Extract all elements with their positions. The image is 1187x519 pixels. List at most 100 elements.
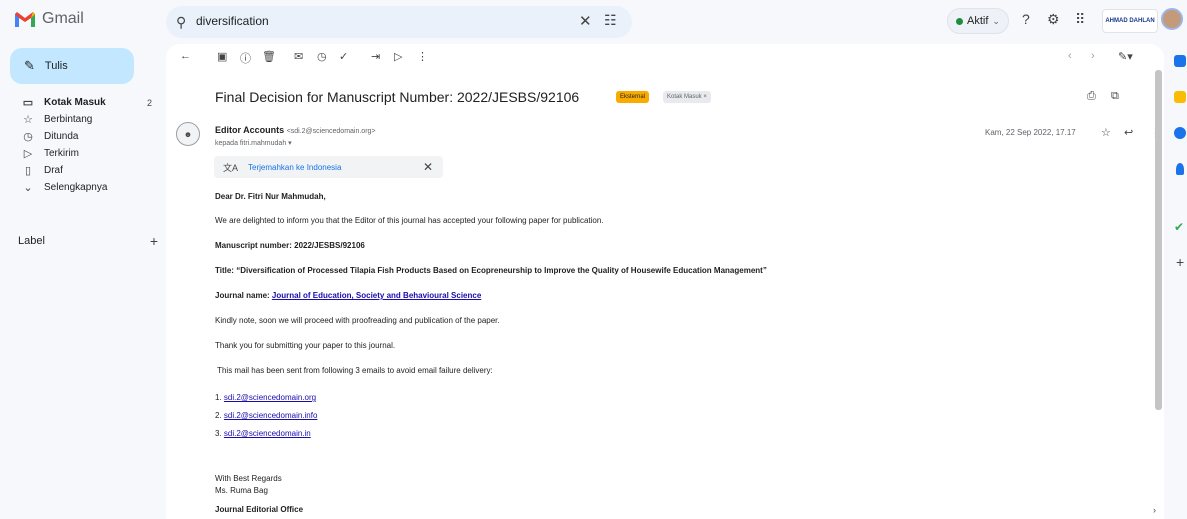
gmail-logo[interactable]: Gmail (14, 10, 84, 28)
sidebar-item-label: Ditunda (44, 131, 79, 142)
status-label: Aktif (967, 15, 989, 27)
keep-icon[interactable] (1174, 91, 1186, 103)
app-name: Gmail (42, 10, 84, 27)
message-subject: Final Decision for Manuscript Number: 20… (215, 89, 580, 105)
search-icon[interactable]: ⚲ (176, 14, 186, 31)
top-bar: Gmail ⚲ ✕ ☷ Aktif ⌄ ? ⚙ ⠿ AHMAD DAHLAN (0, 0, 1187, 44)
chevron-down-icon: ⌄ (23, 182, 33, 194)
back-arrow-icon[interactable]: ← (180, 50, 191, 62)
chevron-down-icon: ⌄ (992, 15, 1000, 26)
compose-label: Tulis (44, 60, 68, 72)
add-task-icon[interactable]: ✓ (339, 50, 348, 63)
sidebar-item-more[interactable]: ⌄ Selengkapnya (0, 179, 160, 196)
translate-link[interactable]: Terjemahkan ke Indonesia (248, 163, 341, 172)
vertical-scrollbar[interactable] (1155, 70, 1162, 410)
mark-unread-icon[interactable]: ✉ (294, 50, 303, 63)
more-options-icon[interactable]: ⋮ (417, 50, 428, 63)
labels-title: Label (18, 235, 45, 247)
sidebar-item-inbox[interactable]: ▭ Kotak Masuk 2 (0, 94, 160, 111)
sender-avatar: ☻ (176, 122, 200, 146)
inbox-icon: ▭ (22, 97, 34, 109)
snooze-icon[interactable]: ◷ (317, 50, 327, 63)
clock-icon: ◷ (23, 131, 33, 143)
compose-button[interactable]: ✎ Tulis (10, 48, 134, 84)
email-link[interactable]: sdi.2@sciencedomain.org (224, 393, 316, 402)
email-list-item: 2. sdi.2@sciencedomain.info (215, 411, 318, 420)
unread-count: 2 (146, 97, 152, 108)
sidebar-item-label: Selengkapnya (44, 182, 108, 193)
get-addons-icon[interactable]: + (1176, 254, 1184, 270)
send-icon: ▷ (23, 148, 33, 160)
journal-name: Journal name: Journal of Education, Soci… (215, 291, 481, 300)
external-badge: Eksternal (616, 91, 650, 103)
move-to-icon[interactable]: ⇥ (371, 50, 380, 63)
status-dot-icon (956, 17, 963, 25)
office-name: Journal Editorial Office (215, 505, 304, 514)
sidebar-item-label: Terkirim (44, 148, 79, 159)
reply-icon[interactable]: ↩ (1124, 126, 1133, 139)
email-list-item: 1. sdi.2@sciencedomain.org (215, 393, 317, 402)
search-bar[interactable]: ⚲ ✕ ☷ (166, 6, 632, 38)
older-chevron-icon[interactable]: › (1091, 50, 1095, 62)
message-view: ← ▣ ⓘ 🗑 ✉ ◷ ✓ ⇥ ▷ ⋮ ‹ › ✎▾ Final Decisio… (166, 44, 1164, 519)
star-icon: ☆ (23, 114, 33, 126)
help-icon[interactable]: ? (1022, 11, 1030, 27)
email-link[interactable]: sdi.2@sciencedomain.info (224, 411, 318, 420)
open-new-window-icon[interactable]: ⧉ (1111, 90, 1119, 103)
profile-avatar[interactable] (1161, 8, 1183, 30)
delete-icon[interactable]: 🗑 (262, 50, 276, 63)
tasks-icon[interactable] (1174, 127, 1186, 139)
checkmark-addon-icon[interactable]: ✔ (1174, 220, 1186, 234)
contacts-icon[interactable] (1176, 163, 1184, 175)
input-tools-icon[interactable]: ✎▾ (1118, 50, 1133, 63)
paper-title: Title: “Diversification of Processed Til… (215, 266, 767, 275)
sender-name[interactable]: Editor Accounts (215, 125, 284, 135)
email-list-item: 3. sdi.2@sciencedomain.in (215, 429, 311, 438)
closing-regards: With Best Regards (215, 474, 282, 483)
archive-icon[interactable]: ▣ (217, 50, 227, 63)
sender-email: <sdi.2@sciencedomain.org> (286, 128, 376, 135)
report-spam-icon[interactable]: ⓘ (240, 50, 251, 66)
email-link[interactable]: sdi.2@sciencedomain.in (224, 429, 311, 438)
signer-name: Ms. Ruma Bag (215, 486, 268, 495)
sidebar-nav: ▭ Kotak Masuk 2 ☆ Berbintang ◷ Ditunda ▷… (0, 94, 160, 196)
newer-chevron-icon[interactable]: ‹ (1068, 50, 1072, 62)
journal-label: Journal name: (215, 291, 272, 300)
journal-link[interactable]: Journal of Education, Society and Behavi… (272, 291, 481, 300)
sidebar-item-snoozed[interactable]: ◷ Ditunda (0, 128, 160, 145)
status-selector[interactable]: Aktif ⌄ (947, 8, 1009, 34)
inbox-label-chip[interactable]: Kotak Masuk × (663, 91, 711, 103)
organization-logo[interactable]: AHMAD DAHLAN (1102, 9, 1158, 33)
translate-icon: 文A (223, 162, 239, 173)
close-icon[interactable]: ✕ (423, 160, 433, 174)
message-toolbar: ← ▣ ⓘ 🗑 ✉ ◷ ✓ ⇥ ▷ ⋮ ‹ › ✎▾ (166, 44, 1164, 72)
add-label-icon[interactable]: + (150, 233, 158, 249)
search-input[interactable] (196, 14, 536, 28)
translate-banner: 文A Terjemahkan ke Indonesia ✕ (214, 156, 443, 178)
print-icon[interactable]: ⎙ (1087, 90, 1096, 103)
greeting: Dear Dr. Fitri Nur Mahmudah, (215, 192, 326, 201)
body-paragraph: Thank you for submitting your paper to t… (215, 341, 396, 350)
apps-grid-icon[interactable]: ⠿ (1075, 11, 1085, 28)
star-icon[interactable]: ☆ (1101, 126, 1111, 139)
sidebar-item-drafts[interactable]: ▯ Draf (0, 162, 160, 179)
labels-section-header: Label + (18, 233, 158, 249)
sidebar-item-starred[interactable]: ☆ Berbintang (0, 111, 160, 128)
gmail-app: Gmail ⚲ ✕ ☷ Aktif ⌄ ? ⚙ ⠿ AHMAD DAHLAN ✎… (0, 0, 1187, 519)
search-options-icon[interactable]: ☷ (604, 12, 617, 29)
clear-search-icon[interactable]: ✕ (579, 12, 592, 30)
sidebar-item-sent[interactable]: ▷ Terkirim (0, 145, 160, 162)
settings-gear-icon[interactable]: ⚙ (1047, 11, 1060, 28)
sidebar-item-label: Berbintang (44, 114, 93, 125)
scroll-down-arrow-icon[interactable]: › (1153, 505, 1156, 515)
body-paragraph: This mail has been sent from following 3… (215, 366, 493, 375)
pencil-icon: ✎ (24, 58, 35, 73)
manuscript-number: Manuscript number: 2022/JESBS/92106 (215, 241, 365, 250)
gmail-m-icon (15, 11, 35, 27)
body-paragraph: Kindly note, soon we will proceed with p… (215, 316, 500, 325)
recipient-details[interactable]: kepada fitri.mahmudah ▾ (215, 139, 292, 147)
body-paragraph: We are delighted to inform you that the … (215, 216, 604, 225)
message-date: Kam, 22 Sep 2022, 17.17 (985, 128, 1076, 137)
calendar-icon[interactable] (1174, 55, 1186, 67)
label-icon[interactable]: ▷ (394, 50, 402, 63)
